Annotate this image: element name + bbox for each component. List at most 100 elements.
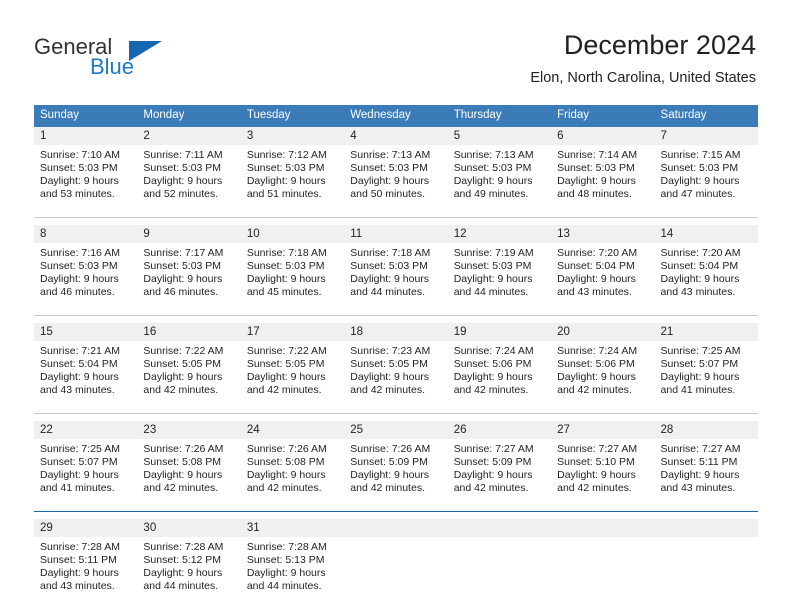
general-blue-logo[interactable]: General Blue — [34, 36, 214, 82]
day-cell[interactable]: 6 Sunrise: 7:14 AM Sunset: 5:03 PM Daylight… — [551, 127, 655, 217]
day-cell[interactable]: 23 Sunrise: 7:26 AM Sunset: 5:08 PM Dayligh… — [137, 421, 241, 511]
daylight-text-line2: and 44 minutes. — [143, 580, 219, 592]
day-number: 11 — [344, 225, 448, 243]
calendar-grid: Sunday Monday Tuesday Wednesday Thursday… — [34, 105, 758, 609]
daylight-text-line2: and 42 minutes. — [143, 384, 219, 396]
day-number: 19 — [447, 323, 552, 341]
day-cell[interactable]: 19 Sunrise: 7:24 AM Sunset: 5:06 PM Dayligh… — [447, 323, 552, 413]
day-cell[interactable]: 14 Sunrise: 7:20 AM Sunset: 5:04 PM Dayligh… — [654, 225, 758, 315]
day-cell[interactable]: 12 Sunrise: 7:19 AM Sunset: 5:03 PM Dayligh… — [447, 225, 552, 315]
daylight-text-line1: Daylight: 9 hours — [557, 273, 636, 285]
day-details: Sunrise: 7:26 AM Sunset: 5:09 PM Daylight:… — [344, 439, 447, 495]
day-cell[interactable]: 13 Sunrise: 7:20 AM Sunset: 5:04 PM Dayligh… — [551, 225, 655, 315]
sunset-text: Sunset: 5:06 PM — [453, 358, 532, 370]
week-row: 1 Sunrise: 7:10 AM Sunset: 5:03 PM Daylight… — [34, 127, 758, 217]
daylight-text-line2: and 41 minutes. — [40, 482, 115, 494]
sunrise-text: Sunrise: 7:14 AM — [557, 149, 638, 161]
daylight-text-line2: and 50 minutes. — [350, 188, 425, 200]
daylight-text-line2: and 46 minutes. — [40, 286, 115, 298]
day-number — [654, 519, 758, 537]
week-row: 8 Sunrise: 7:16 AM Sunset: 5:03 PM Daylight… — [34, 225, 758, 315]
day-cell[interactable]: 4 Sunrise: 7:13 AM Sunset: 5:03 PM Daylight… — [344, 127, 448, 217]
day-cell[interactable]: 18 Sunrise: 7:23 AM Sunset: 5:05 PM Dayligh… — [344, 323, 448, 413]
daylight-text-line1: Daylight: 9 hours — [143, 175, 223, 187]
day-cell[interactable]: 3 Sunrise: 7:12 AM Sunset: 5:03 PM Daylight… — [240, 127, 345, 217]
day-cell[interactable]: 1 Sunrise: 7:10 AM Sunset: 5:03 PM Daylight… — [34, 127, 138, 217]
daylight-text-line1: Daylight: 9 hours — [246, 273, 326, 285]
day-cell[interactable]: 15 Sunrise: 7:21 AM Sunset: 5:04 PM Dayligh… — [34, 323, 138, 413]
sunset-text: Sunset: 5:04 PM — [40, 358, 118, 370]
day-cell-empty — [551, 519, 655, 609]
daylight-text-line2: and 44 minutes. — [350, 286, 425, 298]
sunrise-text: Sunrise: 7:23 AM — [350, 345, 431, 357]
day-cell[interactable]: 8 Sunrise: 7:16 AM Sunset: 5:03 PM Daylight… — [34, 225, 138, 315]
week-separator — [34, 315, 758, 323]
day-details: Sunrise: 7:13 AM Sunset: 5:03 PM Daylight:… — [344, 145, 447, 201]
day-cell[interactable]: 9 Sunrise: 7:17 AM Sunset: 5:03 PM Daylight… — [137, 225, 241, 315]
day-cell[interactable]: 24 Sunrise: 7:26 AM Sunset: 5:08 PM Dayligh… — [240, 421, 345, 511]
sunset-text: Sunset: 5:05 PM — [246, 358, 325, 370]
daylight-text-line2: and 49 minutes. — [453, 188, 529, 200]
daylight-text-line1: Daylight: 9 hours — [660, 175, 740, 187]
sunrise-text: Sunrise: 7:28 AM — [143, 541, 224, 553]
sunset-text: Sunset: 5:05 PM — [350, 358, 428, 370]
day-cell[interactable]: 27 Sunrise: 7:27 AM Sunset: 5:10 PM Dayligh… — [551, 421, 655, 511]
daylight-text-line1: Daylight: 9 hours — [143, 371, 223, 383]
day-cell[interactable]: 28 Sunrise: 7:27 AM Sunset: 5:11 PM Dayligh… — [654, 421, 758, 511]
sunrise-text: Sunrise: 7:22 AM — [246, 345, 327, 357]
day-details: Sunrise: 7:22 AM Sunset: 5:05 PM Daylight:… — [241, 341, 344, 397]
day-cell[interactable]: 30 Sunrise: 7:28 AM Sunset: 5:12 PM Dayligh… — [137, 519, 241, 609]
sunrise-text: Sunrise: 7:27 AM — [557, 443, 638, 455]
sunset-text: Sunset: 5:03 PM — [453, 162, 532, 174]
sunrise-text: Sunrise: 7:17 AM — [143, 247, 224, 259]
daylight-text-line2: and 42 minutes. — [246, 482, 322, 494]
day-number: 2 — [137, 127, 241, 145]
day-number: 23 — [137, 421, 241, 439]
day-cell[interactable]: 26 Sunrise: 7:27 AM Sunset: 5:09 PM Dayligh… — [447, 421, 552, 511]
day-cell[interactable]: 25 Sunrise: 7:26 AM Sunset: 5:09 PM Dayligh… — [344, 421, 448, 511]
daylight-text-line1: Daylight: 9 hours — [40, 371, 119, 383]
day-details: Sunrise: 7:10 AM Sunset: 5:03 PM Daylight:… — [34, 145, 137, 201]
day-number: 20 — [551, 323, 655, 341]
day-cell[interactable]: 22 Sunrise: 7:25 AM Sunset: 5:07 PM Dayligh… — [34, 421, 138, 511]
day-number: 3 — [240, 127, 345, 145]
day-details: Sunrise: 7:27 AM Sunset: 5:09 PM Daylight:… — [448, 439, 551, 495]
day-cell[interactable]: 29 Sunrise: 7:28 AM Sunset: 5:11 PM Dayligh… — [34, 519, 138, 609]
weekday-header-thursday: Thursday — [447, 105, 552, 127]
sunrise-text: Sunrise: 7:24 AM — [557, 345, 638, 357]
day-cell[interactable]: 17 Sunrise: 7:22 AM Sunset: 5:05 PM Dayligh… — [240, 323, 345, 413]
day-details: Sunrise: 7:15 AM Sunset: 5:03 PM Daylight:… — [655, 145, 758, 201]
sunset-text: Sunset: 5:03 PM — [246, 260, 325, 272]
day-cell[interactable]: 5 Sunrise: 7:13 AM Sunset: 5:03 PM Daylight… — [447, 127, 552, 217]
day-details: Sunrise: 7:18 AM Sunset: 5:03 PM Daylight:… — [241, 243, 344, 299]
sunrise-text: Sunrise: 7:26 AM — [143, 443, 224, 455]
day-cell[interactable]: 2 Sunrise: 7:11 AM Sunset: 5:03 PM Daylight… — [137, 127, 241, 217]
sunrise-text: Sunrise: 7:13 AM — [453, 149, 534, 161]
sunrise-text: Sunrise: 7:28 AM — [40, 541, 120, 553]
sunrise-text: Sunrise: 7:22 AM — [143, 345, 224, 357]
day-cell[interactable]: 20 Sunrise: 7:24 AM Sunset: 5:06 PM Dayligh… — [551, 323, 655, 413]
sunset-text: Sunset: 5:03 PM — [143, 260, 222, 272]
daylight-text-line2: and 43 minutes. — [40, 384, 115, 396]
logo-text-blue: Blue — [90, 54, 135, 79]
daylight-text-line1: Daylight: 9 hours — [350, 273, 430, 285]
sunrise-text: Sunrise: 7:21 AM — [40, 345, 120, 357]
sunrise-text: Sunrise: 7:13 AM — [350, 149, 431, 161]
day-details: Sunrise: 7:25 AM Sunset: 5:07 PM Daylight:… — [34, 439, 137, 495]
day-cell[interactable]: 10 Sunrise: 7:18 AM Sunset: 5:03 PM Dayligh… — [240, 225, 345, 315]
day-number: 28 — [654, 421, 758, 439]
day-details: Sunrise: 7:23 AM Sunset: 5:05 PM Daylight:… — [344, 341, 447, 397]
day-details: Sunrise: 7:20 AM Sunset: 5:04 PM Daylight:… — [655, 243, 758, 299]
sunrise-text: Sunrise: 7:27 AM — [660, 443, 741, 455]
daylight-text-line1: Daylight: 9 hours — [246, 371, 326, 383]
day-cell[interactable]: 11 Sunrise: 7:18 AM Sunset: 5:03 PM Dayligh… — [344, 225, 448, 315]
day-cell[interactable]: 21 Sunrise: 7:25 AM Sunset: 5:07 PM Dayligh… — [654, 323, 758, 413]
day-cell[interactable]: 7 Sunrise: 7:15 AM Sunset: 5:03 PM Daylight… — [654, 127, 758, 217]
daylight-text-line1: Daylight: 9 hours — [557, 175, 636, 187]
daylight-text-line2: and 43 minutes. — [660, 482, 736, 494]
daylight-text-line2: and 42 minutes. — [143, 482, 219, 494]
day-cell[interactable]: 16 Sunrise: 7:22 AM Sunset: 5:05 PM Dayligh… — [137, 323, 241, 413]
day-cell[interactable]: 31 Sunrise: 7:28 AM Sunset: 5:13 PM Dayligh… — [240, 519, 345, 609]
sunrise-text: Sunrise: 7:28 AM — [246, 541, 327, 553]
day-number: 6 — [551, 127, 655, 145]
